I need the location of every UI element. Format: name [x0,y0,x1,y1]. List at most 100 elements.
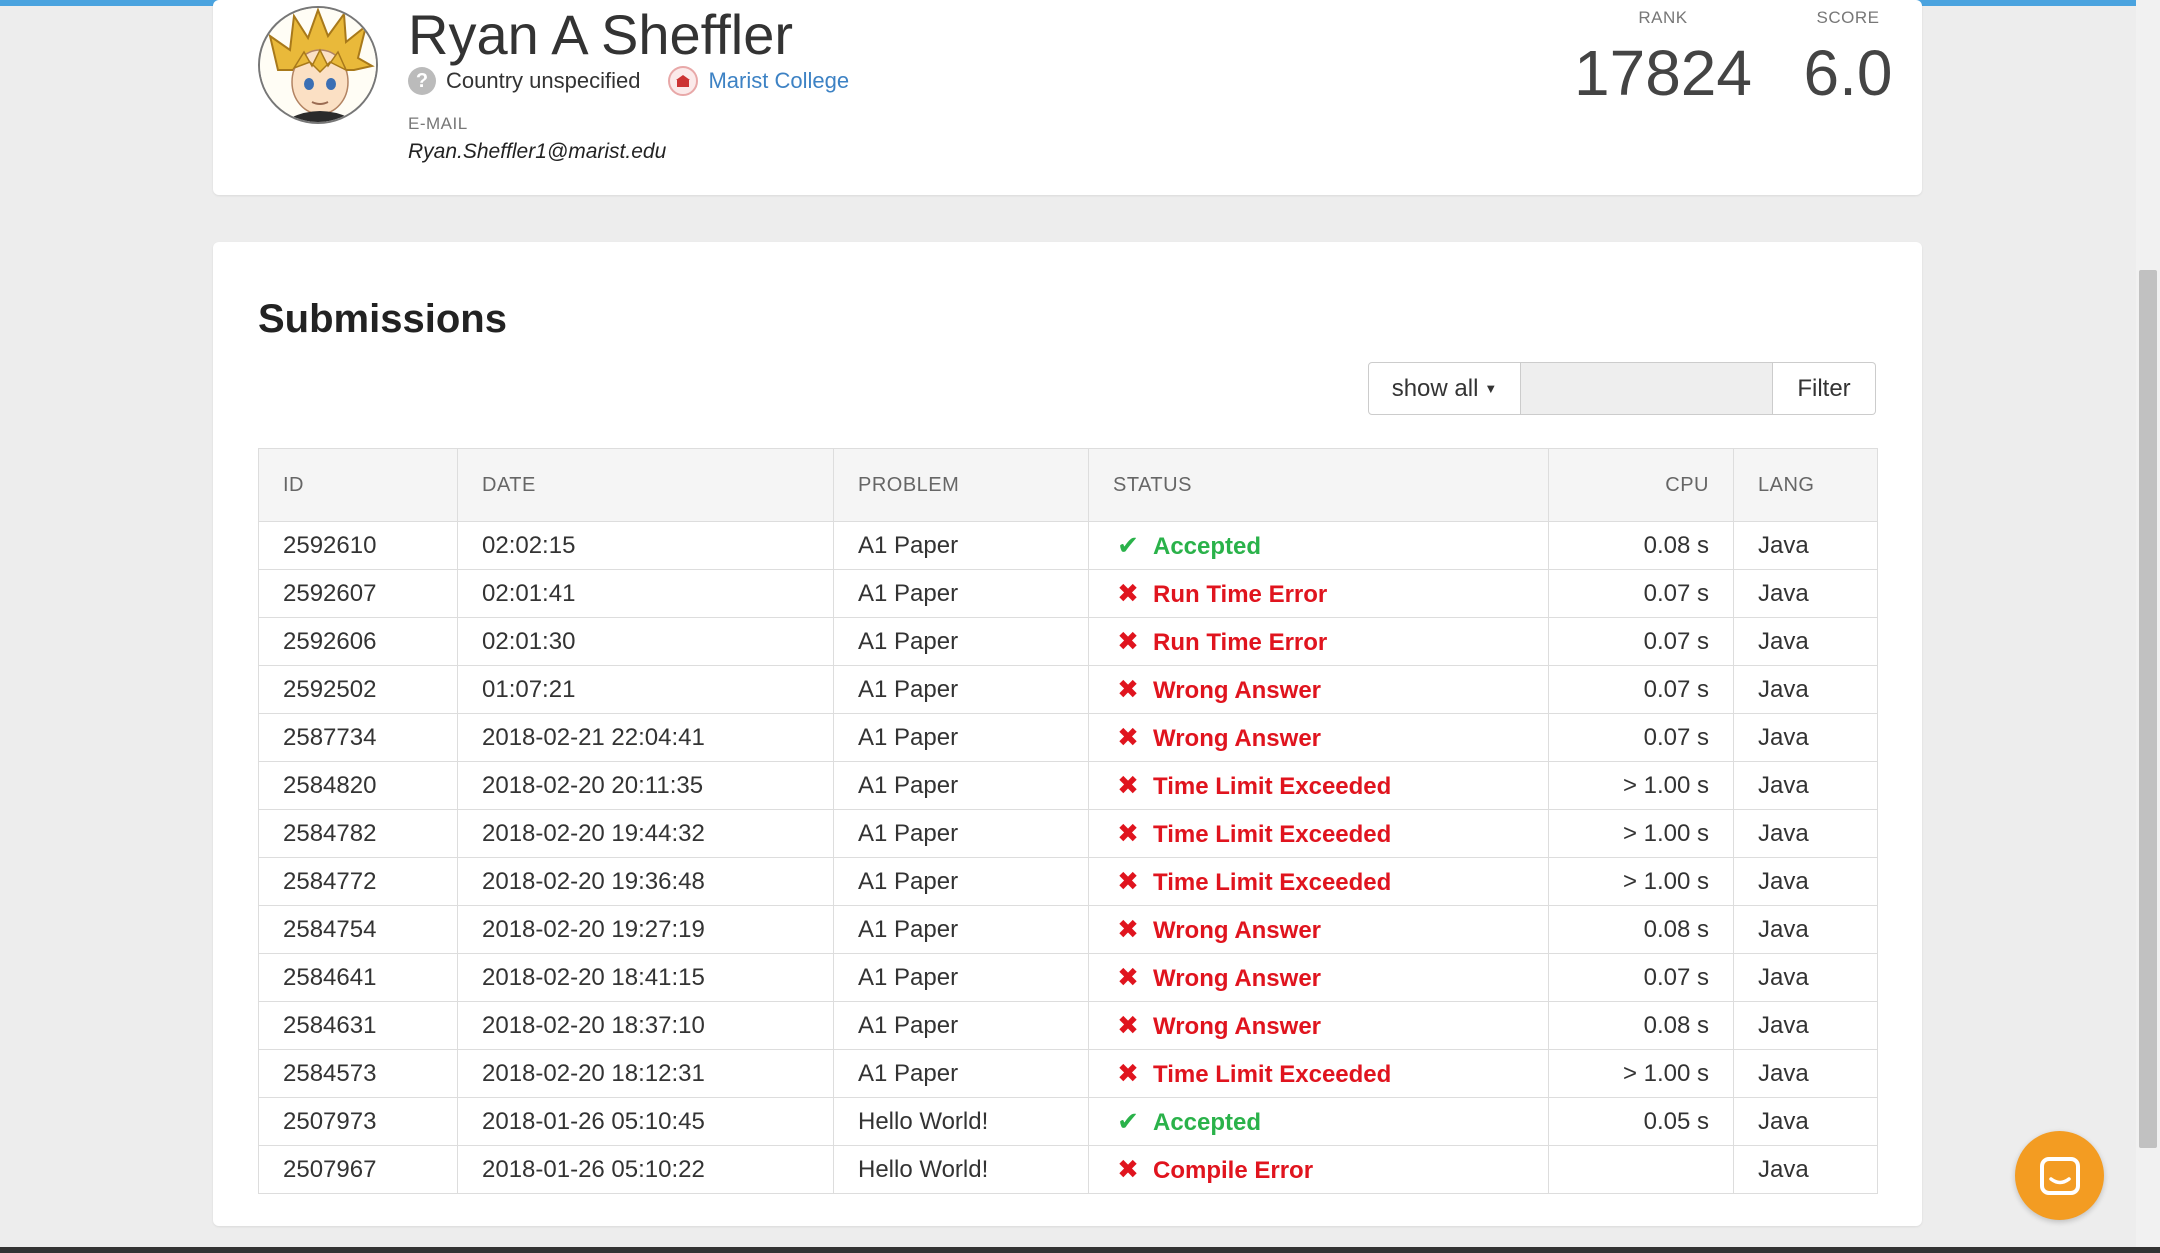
problem-link[interactable]: A1 Paper [833,857,1089,906]
status-label: Time Limit Exceeded [1153,773,1392,800]
cross-icon: ✖ [1117,914,1139,944]
submission-date: 2018-01-26 05:10:45 [457,1097,834,1146]
submission-id-link[interactable]: 2592610 [258,521,458,570]
filter-input[interactable] [1521,362,1773,415]
submission-status: ✖ Time Limit Exceeded [1088,809,1549,858]
status-label: Time Limit Exceeded [1153,821,1392,848]
submission-date: 2018-02-20 19:36:48 [457,857,834,906]
problem-link[interactable]: A1 Paper [833,617,1089,666]
submission-status: ✖ Time Limit Exceeded [1088,1049,1549,1098]
problem-link[interactable]: A1 Paper [833,713,1089,762]
submission-status: ✖ Run Time Error [1088,569,1549,618]
problem-link[interactable]: A1 Paper [833,953,1089,1002]
cpu-time: 0.08 s [1548,521,1734,570]
table-row: 2584573 2018-02-20 18:12:31 A1 Paper ✖ Time … [258,1049,1878,1098]
status-label: Wrong Answer [1153,725,1322,752]
filter-button[interactable]: Filter [1773,362,1876,415]
cpu-time: 0.07 s [1548,617,1734,666]
submission-status: ✖ Wrong Answer [1088,665,1549,714]
submissions-table: ID DATE PROBLEM STATUS CPU LANG 2592610 0… [258,448,1878,1194]
cpu-time [1548,1145,1734,1194]
table-header-row: ID DATE PROBLEM STATUS CPU LANG [258,448,1878,522]
submission-date: 2018-02-20 19:44:32 [457,809,834,858]
submission-date: 02:01:30 [457,617,834,666]
status-label: Wrong Answer [1153,677,1322,704]
problem-link[interactable]: A1 Paper [833,1001,1089,1050]
column-header-problem[interactable]: PROBLEM [833,448,1089,522]
cpu-time: 0.08 s [1548,905,1734,954]
email-label: E-MAIL [408,114,468,133]
submission-date: 2018-02-21 22:04:41 [457,713,834,762]
status-label: Run Time Error [1153,581,1328,608]
submission-id-link[interactable]: 2584754 [258,905,458,954]
submission-date: 2018-02-20 18:37:10 [457,1001,834,1050]
scrollbar-thumb[interactable] [2139,270,2157,1148]
submission-id-link[interactable]: 2592606 [258,617,458,666]
column-header-status[interactable]: STATUS [1088,448,1549,522]
submission-id-link[interactable]: 2584782 [258,809,458,858]
score-value: 6.0 [1803,37,1893,109]
problem-link[interactable]: A1 Paper [833,761,1089,810]
submission-status: ✖ Run Time Error [1088,617,1549,666]
profile-name: Ryan A Sheffler [408,3,793,66]
submission-id-link[interactable]: 2584820 [258,761,458,810]
submission-id-link[interactable]: 2584631 [258,1001,458,1050]
cross-icon: ✖ [1117,578,1139,608]
chat-icon [2039,1156,2080,1195]
submission-id-link[interactable]: 2584772 [258,857,458,906]
table-row: 2587734 2018-02-21 22:04:41 A1 Paper ✖ Wrong… [258,713,1878,762]
submission-id-link[interactable]: 2507967 [258,1145,458,1194]
chat-launcher-button[interactable] [2015,1131,2104,1220]
checkmark-icon: ✔ [1117,530,1139,560]
submissions-title: Submissions [258,297,507,341]
language: Java [1733,905,1878,954]
question-mark-icon: ? [408,67,436,95]
problem-link[interactable]: A1 Paper [833,665,1089,714]
submission-id-link[interactable]: 2507973 [258,1097,458,1146]
submission-status: ✖ Time Limit Exceeded [1088,857,1549,906]
problem-link[interactable]: Hello World! [833,1097,1089,1146]
submission-date: 02:02:15 [457,521,834,570]
problem-link[interactable]: A1 Paper [833,809,1089,858]
submission-status: ✖ Wrong Answer [1088,1001,1549,1050]
submission-id-link[interactable]: 2587734 [258,713,458,762]
cross-icon: ✖ [1117,1058,1139,1088]
status-label: Wrong Answer [1153,1013,1322,1040]
problem-link[interactable]: A1 Paper [833,521,1089,570]
show-all-dropdown[interactable]: show all ▼ [1368,362,1521,415]
rank-value: 17824 [1574,37,1752,109]
status-label: Wrong Answer [1153,965,1322,992]
college-link[interactable]: Marist College [708,68,849,94]
language: Java [1733,857,1878,906]
problem-link[interactable]: Hello World! [833,1145,1089,1194]
table-row: 2584754 2018-02-20 19:27:19 A1 Paper ✖ Wrong… [258,905,1878,954]
problem-link[interactable]: A1 Paper [833,1049,1089,1098]
cpu-time: 0.07 s [1548,665,1734,714]
show-all-label: show all [1391,374,1479,402]
column-header-id[interactable]: ID [258,448,458,522]
cpu-time: 0.05 s [1548,1097,1734,1146]
column-header-cpu[interactable]: CPU [1548,448,1734,522]
profile-card: Ryan A Sheffler ? Country unspecified Ma… [213,0,1922,195]
checkmark-icon: ✔ [1117,1106,1139,1136]
caret-down-icon: ▼ [1484,381,1498,396]
column-header-lang[interactable]: LANG [1733,448,1878,522]
submission-id-link[interactable]: 2584573 [258,1049,458,1098]
cpu-time: 0.08 s [1548,1001,1734,1050]
cpu-time: 0.07 s [1548,569,1734,618]
submission-id-link[interactable]: 2584641 [258,953,458,1002]
table-row: 2584820 2018-02-20 20:11:35 A1 Paper ✖ Time … [258,761,1878,810]
language: Java [1733,953,1878,1002]
cross-icon: ✖ [1117,722,1139,752]
submission-status: ✔ Accepted [1088,521,1549,570]
submission-id-link[interactable]: 2592607 [258,569,458,618]
language: Java [1733,713,1878,762]
language: Java [1733,617,1878,666]
submission-status: ✔ Accepted [1088,1097,1549,1146]
rank-label: RANK [1638,8,1688,27]
column-header-date[interactable]: DATE [457,448,834,522]
cpu-time: 0.07 s [1548,953,1734,1002]
submission-id-link[interactable]: 2592502 [258,665,458,714]
problem-link[interactable]: A1 Paper [833,569,1089,618]
problem-link[interactable]: A1 Paper [833,905,1089,954]
